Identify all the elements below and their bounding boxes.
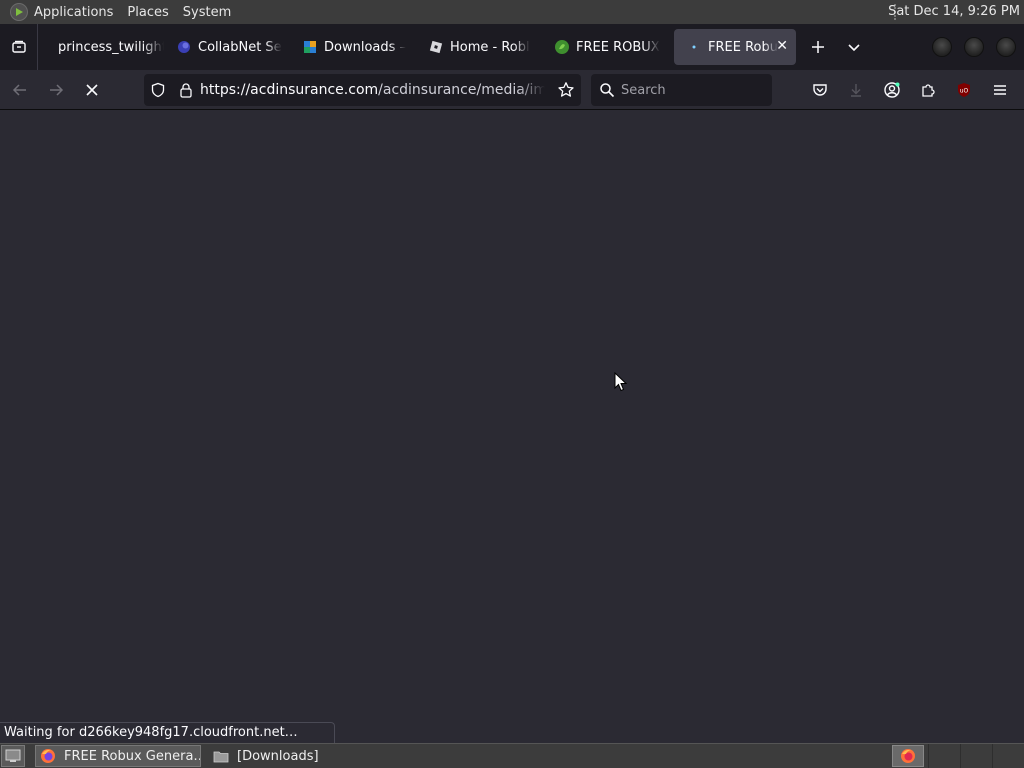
collabnet-icon [176, 39, 192, 55]
page-content[interactable] [0, 111, 1024, 743]
maximize-button[interactable] [964, 37, 984, 57]
clock[interactable]: Sat Dec 14, 9:26 PM [888, 4, 1020, 19]
search-icon [600, 83, 615, 98]
downloads-button[interactable] [838, 74, 874, 106]
firefox-view-icon [11, 40, 26, 53]
tab-title: CollabNet Se [198, 39, 282, 55]
taskbar-item-firefox[interactable]: FREE Robux Genera… [35, 745, 201, 767]
url-host: https://acdinsurance.com [200, 82, 379, 98]
plus-icon [812, 41, 824, 53]
close-window-button[interactable] [996, 37, 1016, 57]
close-icon [86, 83, 98, 96]
ublock-shield-icon: uO [958, 83, 970, 97]
shield-icon[interactable] [144, 74, 172, 106]
extensions-button[interactable] [910, 74, 946, 106]
workspace-switcher[interactable] [928, 744, 1024, 768]
hamburger-menu-icon [994, 85, 1006, 95]
close-tab-icon[interactable]: ✕ [776, 38, 788, 54]
system-logo-icon[interactable] [10, 3, 28, 21]
top-panel: Applications Places System Sat Dec 14, 9… [0, 0, 1024, 24]
svg-text:uO: uO [960, 88, 969, 95]
puzzle-icon [922, 84, 935, 97]
menu-system[interactable]: System [183, 5, 231, 20]
account-icon [884, 82, 900, 98]
url-path: /acdinsurance/media/images/ [378, 82, 545, 98]
firefox-tray-icon [901, 749, 915, 763]
roblox-icon [428, 39, 444, 55]
desktop-icon [5, 749, 21, 762]
show-desktop-button[interactable] [1, 745, 25, 767]
list-all-tabs-button[interactable] [836, 29, 872, 65]
workspace-3[interactable] [992, 744, 1024, 768]
taskbar-item-label: [Downloads] [237, 748, 319, 764]
forward-button[interactable] [40, 74, 72, 106]
tab-strip: princess_twilight CollabNet Se Downloads… [0, 24, 1024, 70]
tab-title: FREE ROBUX [576, 39, 660, 55]
loading-dot-icon [686, 39, 702, 55]
tab-free-robux[interactable]: FREE ROBUX [542, 29, 668, 65]
url-bar[interactable]: https://acdinsurance.com/acdinsurance/me… [144, 74, 581, 106]
downloads-icon [302, 39, 318, 55]
bookmark-star-icon[interactable] [557, 81, 575, 103]
tray-firefox-button[interactable] [892, 745, 924, 767]
account-button[interactable] [874, 74, 910, 106]
taskbar-item-downloads[interactable]: [Downloads] [209, 745, 369, 767]
tab-overview-button[interactable] [0, 24, 38, 70]
window-controls [932, 37, 1016, 57]
arrow-left-icon [12, 83, 26, 96]
pocket-icon [813, 84, 827, 96]
tab-princess-twilight[interactable]: princess_twilight [38, 29, 164, 65]
arrow-right-icon [50, 83, 64, 96]
status-panel: Waiting for d266key948fg17.cloudfront.ne… [0, 722, 335, 743]
back-button[interactable] [4, 74, 36, 106]
folder-icon [213, 751, 229, 763]
bottom-taskbar: FREE Robux Genera… [Downloads] [0, 743, 1024, 768]
toolbar-buttons: uO [802, 74, 1018, 106]
chevron-down-icon [848, 44, 860, 52]
tab-title: Downloads – [324, 39, 407, 55]
green-leaf-icon [554, 39, 570, 55]
minimize-button[interactable] [932, 37, 952, 57]
tab-home-roblox[interactable]: Home - Robl [416, 29, 542, 65]
url-text[interactable]: https://acdinsurance.com/acdinsurance/me… [200, 82, 545, 98]
tab-title: Home - Robl [450, 39, 530, 55]
navigation-toolbar: https://acdinsurance.com/acdinsurance/me… [0, 70, 1024, 110]
mouse-cursor-icon [614, 372, 628, 392]
workspace-1[interactable] [928, 744, 960, 768]
firefox-icon [41, 749, 55, 763]
ublock-button[interactable]: uO [946, 74, 982, 106]
app-menu-button[interactable] [982, 74, 1018, 106]
lock-icon[interactable] [172, 74, 200, 106]
new-tab-button[interactable] [800, 29, 836, 65]
tab-downloads[interactable]: Downloads – [290, 29, 416, 65]
pocket-button[interactable] [802, 74, 838, 106]
tab-title: FREE Robu [708, 39, 778, 55]
download-icon [851, 84, 861, 97]
tab-title: princess_twilight [58, 39, 164, 55]
menu-places[interactable]: Places [127, 5, 168, 20]
taskbar-item-label: FREE Robux Genera… [64, 748, 201, 764]
stop-button[interactable] [76, 74, 108, 106]
search-input[interactable] [621, 82, 761, 98]
search-bar[interactable] [591, 74, 772, 106]
tab-collabnet[interactable]: CollabNet Se [164, 29, 290, 65]
workspace-2[interactable] [960, 744, 992, 768]
tab-free-robux-active[interactable]: FREE Robu ✕ [674, 29, 796, 65]
menu-applications[interactable]: Applications [34, 5, 113, 20]
